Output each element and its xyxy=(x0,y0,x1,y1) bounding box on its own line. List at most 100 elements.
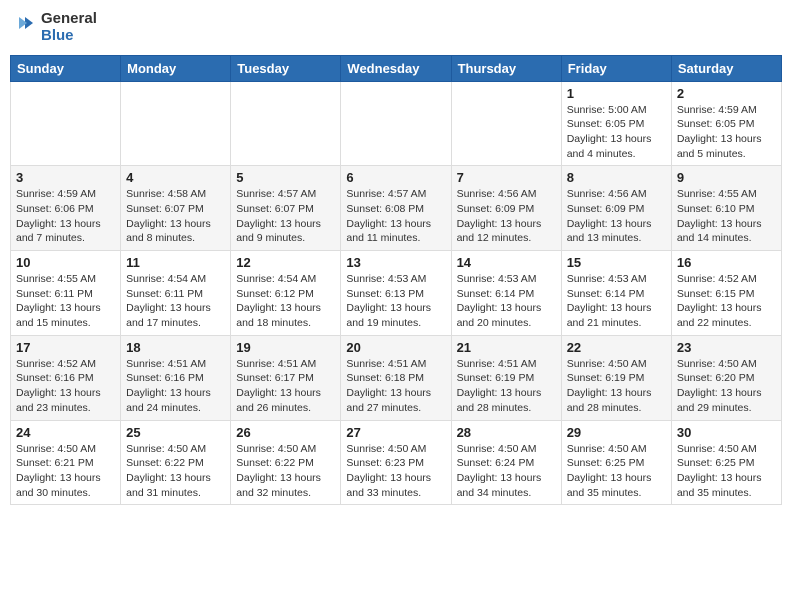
day-number: 13 xyxy=(346,255,445,270)
calendar-week-row: 10 Sunrise: 4:55 AM Sunset: 6:11 PM Dayli… xyxy=(11,251,782,336)
calendar-cell: 9Sunrise: 4:55 AM Sunset: 6:10 PM Daylig… xyxy=(671,166,781,251)
day-info: Sunrise: 4:50 AM Sunset: 6:21 PM Dayligh… xyxy=(16,442,115,501)
day-number: 24 xyxy=(16,425,115,440)
calendar-cell: 1 Sunrise: 5:00 AM Sunset: 6:05 PM Daylig… xyxy=(561,81,671,166)
calendar-cell: 13 Sunrise: 4:53 AM Sunset: 6:13 PM Dayli… xyxy=(341,251,451,336)
day-number: 29 xyxy=(567,425,666,440)
day-info: Sunrise: 4:55 AM Sunset: 6:10 PM Dayligh… xyxy=(677,187,776,246)
calendar-cell: 2 Sunrise: 4:59 AM Sunset: 6:05 PM Daylig… xyxy=(671,81,781,166)
calendar-cell: 7 Sunrise: 4:56 AM Sunset: 6:09 PM Daylig… xyxy=(451,166,561,251)
day-info: Sunrise: 4:50 AM Sunset: 6:19 PM Dayligh… xyxy=(567,357,666,416)
day-info: Sunrise: 4:50 AM Sunset: 6:22 PM Dayligh… xyxy=(126,442,225,501)
day-info: Sunrise: 4:54 AM Sunset: 6:12 PM Dayligh… xyxy=(236,272,335,331)
calendar-cell: 26 Sunrise: 4:50 AM Sunset: 6:22 PM Dayli… xyxy=(231,420,341,505)
day-number: 25 xyxy=(126,425,225,440)
logo-text: General Blue xyxy=(41,10,97,45)
day-info: Sunrise: 4:53 AM Sunset: 6:13 PM Dayligh… xyxy=(346,272,445,331)
day-number: 16 xyxy=(677,255,776,270)
day-info: Sunrise: 4:50 AM Sunset: 6:25 PM Dayligh… xyxy=(677,442,776,501)
day-info: Sunrise: 5:00 AM Sunset: 6:05 PM Dayligh… xyxy=(567,103,666,162)
weekday-header-saturday: Saturday xyxy=(671,55,781,81)
calendar-cell: 30 Sunrise: 4:50 AM Sunset: 6:25 PM Dayli… xyxy=(671,420,781,505)
day-number: 14 xyxy=(457,255,556,270)
day-info: Sunrise: 4:55 AM Sunset: 6:11 PM Dayligh… xyxy=(16,272,115,331)
calendar-cell: 18 Sunrise: 4:51 AM Sunset: 6:16 PM Dayli… xyxy=(121,335,231,420)
day-info: Sunrise: 4:51 AM Sunset: 6:19 PM Dayligh… xyxy=(457,357,556,416)
day-info: Sunrise: 4:50 AM Sunset: 6:22 PM Dayligh… xyxy=(236,442,335,501)
calendar-cell: 14 Sunrise: 4:53 AM Sunset: 6:14 PM Dayli… xyxy=(451,251,561,336)
page-header: General Blue xyxy=(10,10,782,45)
calendar-cell: 17Sunrise: 4:52 AM Sunset: 6:16 PM Dayli… xyxy=(11,335,121,420)
day-info: Sunrise: 4:53 AM Sunset: 6:14 PM Dayligh… xyxy=(457,272,556,331)
day-number: 21 xyxy=(457,340,556,355)
day-number: 27 xyxy=(346,425,445,440)
logo-bird-icon xyxy=(15,12,37,34)
calendar-week-row: 24 Sunrise: 4:50 AM Sunset: 6:21 PM Dayli… xyxy=(11,420,782,505)
day-number: 28 xyxy=(457,425,556,440)
calendar-cell: 3Sunrise: 4:59 AM Sunset: 6:06 PM Daylig… xyxy=(11,166,121,251)
calendar-table: SundayMondayTuesdayWednesdayThursdayFrid… xyxy=(10,55,782,506)
day-number: 22 xyxy=(567,340,666,355)
calendar-cell xyxy=(451,81,561,166)
day-info: Sunrise: 4:50 AM Sunset: 6:25 PM Dayligh… xyxy=(567,442,666,501)
day-info: Sunrise: 4:57 AM Sunset: 6:07 PM Dayligh… xyxy=(236,187,335,246)
day-info: Sunrise: 4:54 AM Sunset: 6:11 PM Dayligh… xyxy=(126,272,225,331)
calendar-cell: 15 Sunrise: 4:53 AM Sunset: 6:14 PM Dayli… xyxy=(561,251,671,336)
day-info: Sunrise: 4:59 AM Sunset: 6:06 PM Dayligh… xyxy=(16,187,115,246)
weekday-header-monday: Monday xyxy=(121,55,231,81)
day-info: Sunrise: 4:53 AM Sunset: 6:14 PM Dayligh… xyxy=(567,272,666,331)
day-number: 8 xyxy=(567,170,666,185)
day-info: Sunrise: 4:50 AM Sunset: 6:24 PM Dayligh… xyxy=(457,442,556,501)
weekday-header-wednesday: Wednesday xyxy=(341,55,451,81)
day-info: Sunrise: 4:51 AM Sunset: 6:16 PM Dayligh… xyxy=(126,357,225,416)
day-number: 18 xyxy=(126,340,225,355)
calendar-week-row: 1 Sunrise: 5:00 AM Sunset: 6:05 PM Daylig… xyxy=(11,81,782,166)
calendar-week-row: 17Sunrise: 4:52 AM Sunset: 6:16 PM Dayli… xyxy=(11,335,782,420)
weekday-header-sunday: Sunday xyxy=(11,55,121,81)
day-number: 6 xyxy=(346,170,445,185)
calendar-cell: 6 Sunrise: 4:57 AM Sunset: 6:08 PM Daylig… xyxy=(341,166,451,251)
day-info: Sunrise: 4:58 AM Sunset: 6:07 PM Dayligh… xyxy=(126,187,225,246)
day-number: 7 xyxy=(457,170,556,185)
day-info: Sunrise: 4:56 AM Sunset: 6:09 PM Dayligh… xyxy=(567,187,666,246)
day-info: Sunrise: 4:51 AM Sunset: 6:17 PM Dayligh… xyxy=(236,357,335,416)
day-number: 2 xyxy=(677,86,776,101)
calendar-cell xyxy=(231,81,341,166)
day-info: Sunrise: 4:52 AM Sunset: 6:15 PM Dayligh… xyxy=(677,272,776,331)
calendar-cell: 20Sunrise: 4:51 AM Sunset: 6:18 PM Dayli… xyxy=(341,335,451,420)
calendar-cell: 22 Sunrise: 4:50 AM Sunset: 6:19 PM Dayli… xyxy=(561,335,671,420)
calendar-cell xyxy=(121,81,231,166)
day-number: 23 xyxy=(677,340,776,355)
day-number: 11 xyxy=(126,255,225,270)
logo: General Blue xyxy=(15,10,97,45)
calendar-cell: 8 Sunrise: 4:56 AM Sunset: 6:09 PM Daylig… xyxy=(561,166,671,251)
calendar-cell: 29 Sunrise: 4:50 AM Sunset: 6:25 PM Dayli… xyxy=(561,420,671,505)
calendar-cell: 4Sunrise: 4:58 AM Sunset: 6:07 PM Daylig… xyxy=(121,166,231,251)
calendar-cell: 19Sunrise: 4:51 AM Sunset: 6:17 PM Dayli… xyxy=(231,335,341,420)
calendar-cell: 24 Sunrise: 4:50 AM Sunset: 6:21 PM Dayli… xyxy=(11,420,121,505)
weekday-header-friday: Friday xyxy=(561,55,671,81)
calendar-cell: 10 Sunrise: 4:55 AM Sunset: 6:11 PM Dayli… xyxy=(11,251,121,336)
day-info: Sunrise: 4:56 AM Sunset: 6:09 PM Dayligh… xyxy=(457,187,556,246)
calendar-cell xyxy=(341,81,451,166)
day-number: 17 xyxy=(16,340,115,355)
calendar-cell: 11 Sunrise: 4:54 AM Sunset: 6:11 PM Dayli… xyxy=(121,251,231,336)
day-info: Sunrise: 4:59 AM Sunset: 6:05 PM Dayligh… xyxy=(677,103,776,162)
day-info: Sunrise: 4:57 AM Sunset: 6:08 PM Dayligh… xyxy=(346,187,445,246)
day-number: 15 xyxy=(567,255,666,270)
logo: General Blue xyxy=(15,10,97,45)
logo-blue: Blue xyxy=(41,27,97,44)
calendar-cell: 12Sunrise: 4:54 AM Sunset: 6:12 PM Dayli… xyxy=(231,251,341,336)
weekday-header-tuesday: Tuesday xyxy=(231,55,341,81)
day-number: 20 xyxy=(346,340,445,355)
calendar-cell: 25 Sunrise: 4:50 AM Sunset: 6:22 PM Dayli… xyxy=(121,420,231,505)
calendar-cell: 21 Sunrise: 4:51 AM Sunset: 6:19 PM Dayli… xyxy=(451,335,561,420)
day-number: 26 xyxy=(236,425,335,440)
day-number: 10 xyxy=(16,255,115,270)
day-number: 30 xyxy=(677,425,776,440)
day-number: 1 xyxy=(567,86,666,101)
calendar-cell xyxy=(11,81,121,166)
day-info: Sunrise: 4:50 AM Sunset: 6:20 PM Dayligh… xyxy=(677,357,776,416)
calendar-cell: 23 Sunrise: 4:50 AM Sunset: 6:20 PM Dayli… xyxy=(671,335,781,420)
calendar-cell: 27Sunrise: 4:50 AM Sunset: 6:23 PM Dayli… xyxy=(341,420,451,505)
